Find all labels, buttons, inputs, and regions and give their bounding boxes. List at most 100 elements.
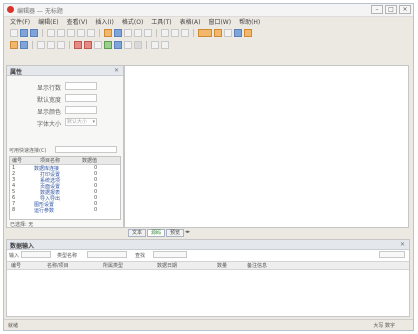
color-icon[interactable] [214, 29, 222, 37]
table-icon[interactable] [161, 29, 169, 37]
toolbar-divider [69, 41, 70, 49]
menu-tools[interactable]: 工具(T) [151, 17, 171, 26]
list-item[interactable]: 8 运行参数 0 [10, 207, 120, 214]
minimize-button[interactable]: – [371, 5, 383, 14]
preview-icon[interactable] [57, 29, 65, 37]
save-all-icon[interactable] [20, 41, 28, 49]
app-window: 编辑器 — 无标题 – □ × 文件(F) 编辑(E) 查看(V) 插入(I) … [3, 3, 414, 331]
print-icon[interactable] [47, 29, 55, 37]
item-list: 编号 项目名称 数据值 1 数据库连接 0 2 打印设置 0 3 系统选项 0 … [9, 156, 121, 220]
search-input[interactable] [153, 251, 187, 258]
info-icon[interactable] [234, 29, 242, 37]
chart-icon[interactable] [181, 29, 189, 37]
copy-icon[interactable] [77, 29, 85, 37]
save-icon[interactable] [30, 29, 38, 37]
filter-label: 输入 [9, 253, 20, 259]
folder-icon[interactable] [10, 41, 18, 49]
sort-icon[interactable] [151, 41, 159, 49]
quick-connect-filter: 可用快速连接(C) [9, 146, 121, 154]
column-header[interactable]: 所属类型 [103, 262, 123, 269]
maximize-button[interactable]: □ [385, 5, 397, 14]
column-header[interactable]: 名称/项目 [47, 262, 69, 269]
editor-tabs: 文本 源码 预览 ◂▸ [128, 229, 190, 237]
column-header-name[interactable]: 项目名称 [40, 157, 60, 164]
menu-table[interactable]: 表格(A) [180, 17, 201, 26]
close-icon[interactable]: ✕ [114, 67, 119, 74]
paste-icon[interactable] [87, 29, 95, 37]
window-controls: – □ × [371, 5, 411, 14]
column-header-id[interactable]: 编号 [12, 157, 22, 164]
toolbar-divider [146, 41, 147, 49]
column-header-value[interactable]: 数据值 [82, 157, 97, 164]
filter-label: 类型名称 [57, 253, 78, 259]
filter-input[interactable] [55, 146, 117, 153]
menu-bar: 文件(F) 编辑(E) 查看(V) 插入(I) 格式(O) 工具(T) 表格(A… [10, 17, 260, 26]
input-field[interactable] [21, 251, 51, 258]
menu-insert[interactable]: 插入(I) [95, 17, 113, 26]
tab-text[interactable]: 文本 [128, 229, 147, 237]
align-center-icon[interactable] [47, 41, 55, 49]
link-icon[interactable] [144, 29, 152, 37]
field-label: 默认宽度 [36, 97, 61, 104]
field-row: 字体大小 默认大小 [7, 118, 123, 128]
underline-icon[interactable] [94, 41, 102, 49]
zoom-icon[interactable] [224, 29, 232, 37]
properties-panel-header: 属性 ✕ [7, 66, 123, 76]
help-icon[interactable] [244, 29, 252, 37]
field-input[interactable] [65, 106, 97, 114]
bold-icon[interactable] [74, 41, 82, 49]
tab-scroll-icon[interactable]: ◂▸ [185, 229, 190, 237]
standard-toolbar [10, 28, 252, 38]
window-title: 编辑器 — 无标题 [17, 8, 63, 15]
close-button[interactable]: × [399, 5, 411, 14]
menu-view[interactable]: 查看(V) [67, 17, 88, 26]
open-icon[interactable] [20, 29, 28, 37]
column-header[interactable]: 数量 [217, 262, 227, 269]
column-header[interactable]: 备注信息 [247, 262, 267, 269]
properties-panel-title: 属性 [10, 69, 23, 76]
menu-format[interactable]: 格式(O) [122, 17, 143, 26]
column-header[interactable]: 编号 [11, 262, 21, 269]
editor-area[interactable] [124, 65, 409, 228]
filter-label: 查找 [135, 253, 146, 259]
data-input-filters: 输入 类型名称 查找 [7, 250, 409, 260]
image-icon[interactable] [171, 29, 179, 37]
toolbar-divider [32, 41, 33, 49]
align-left-icon[interactable] [37, 41, 45, 49]
cut-icon[interactable] [67, 29, 75, 37]
new-icon[interactable] [10, 29, 18, 37]
menu-edit[interactable]: 编辑(E) [38, 17, 58, 26]
filter-icon[interactable] [161, 41, 169, 49]
outdent-icon[interactable] [134, 41, 142, 49]
right-select[interactable] [379, 251, 405, 258]
close-icon[interactable]: ✕ [400, 241, 405, 248]
field-label: 字体大小 [36, 121, 61, 128]
menu-help[interactable]: 帮助(H) [239, 17, 260, 26]
type-select[interactable] [87, 251, 127, 258]
redo-icon[interactable] [114, 29, 122, 37]
field-input[interactable] [65, 82, 97, 90]
indent-icon[interactable] [124, 41, 132, 49]
column-header[interactable]: 数据日期 [157, 262, 177, 269]
data-grid-header: 编号 名称/项目 所属类型 数据日期 数量 备注信息 [7, 261, 409, 270]
tab-preview[interactable]: 预览 [166, 229, 185, 237]
field-input[interactable] [65, 94, 97, 102]
menu-file[interactable]: 文件(F) [10, 17, 30, 26]
list-item-value: 0 [94, 207, 98, 213]
undo-icon[interactable] [104, 29, 112, 37]
field-row: 显示行数 [7, 82, 123, 92]
replace-icon[interactable] [134, 29, 142, 37]
title-bar: 编辑器 — 无标题 – □ × [4, 4, 413, 17]
toolbar-divider [99, 29, 100, 37]
align-right-icon[interactable] [57, 41, 65, 49]
list-icon[interactable] [114, 41, 122, 49]
italic-icon[interactable] [84, 41, 92, 49]
font-size-select[interactable]: 默认大小 [65, 118, 97, 126]
list-header: 编号 项目名称 数据值 [10, 157, 120, 165]
keyboard-status: 大写 数字 [373, 323, 395, 329]
menu-window[interactable]: 窗口(W) [208, 17, 231, 26]
check-icon[interactable] [104, 41, 112, 49]
tab-source[interactable]: 源码 [147, 229, 166, 237]
find-icon[interactable] [124, 29, 132, 37]
highlight-icon[interactable] [198, 29, 212, 37]
